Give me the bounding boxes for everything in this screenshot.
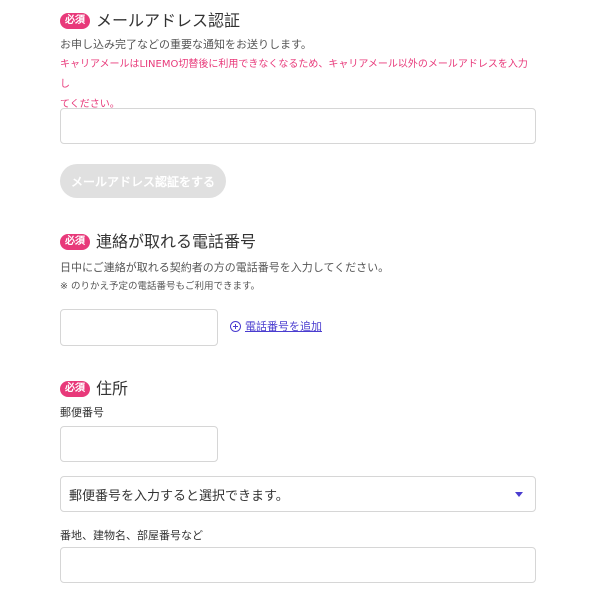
required-badge: 必須 <box>60 234 90 250</box>
prefecture-select-value: 郵便番号を入力すると選択できます。 <box>69 488 289 504</box>
phone-heading: 必須 連絡が取れる電話番号 <box>60 230 536 254</box>
add-phone-link-text: 電話番号を追加 <box>245 320 322 333</box>
street-label: 番地、建物名、部屋番号など <box>60 529 203 542</box>
postal-code-label: 郵便番号 <box>60 406 104 419</box>
email-heading: 必須 メールアドレス認証 <box>60 9 536 33</box>
verify-email-button[interactable]: メールアドレス認証をする <box>60 164 226 198</box>
add-phone-link[interactable]: 電話番号を追加 <box>230 318 322 334</box>
email-section: 必須 メールアドレス認証 お申し込み完了などの重要な通知をお送りします。 キャリ… <box>60 9 536 115</box>
phone-title: 連絡が取れる電話番号 <box>96 232 257 251</box>
address-section: 必須 住所 <box>60 377 536 401</box>
phone-section: 必須 連絡が取れる電話番号 日中にご連絡が取れる契約者の方の電話番号を入力してく… <box>60 230 536 294</box>
email-title: メールアドレス認証 <box>96 11 241 30</box>
postal-code-input[interactable] <box>60 426 218 462</box>
email-input[interactable] <box>60 108 536 144</box>
plus-circle-icon <box>230 320 241 332</box>
phone-description: 日中にご連絡が取れる契約者の方の電話番号を入力してください。 <box>60 261 390 274</box>
prefecture-select[interactable]: 郵便番号を入力すると選択できます。 <box>60 476 536 512</box>
required-badge: 必須 <box>60 381 90 397</box>
address-title: 住所 <box>96 379 129 398</box>
email-warning-line1: キャリアメールはLINEMO切替後に利用できなくなるため、キャリアメール以外のメ… <box>60 59 528 90</box>
address-heading: 必須 住所 <box>60 377 536 401</box>
street-input[interactable] <box>60 547 536 583</box>
required-badge: 必須 <box>60 13 90 29</box>
phone-input[interactable] <box>60 309 218 346</box>
email-description: お申し込み完了などの重要な通知をお送りします。 <box>60 38 312 51</box>
phone-note: ※ のりかえ予定の電話番号もご利用できます。 <box>60 281 261 292</box>
caret-down-icon <box>515 492 523 497</box>
